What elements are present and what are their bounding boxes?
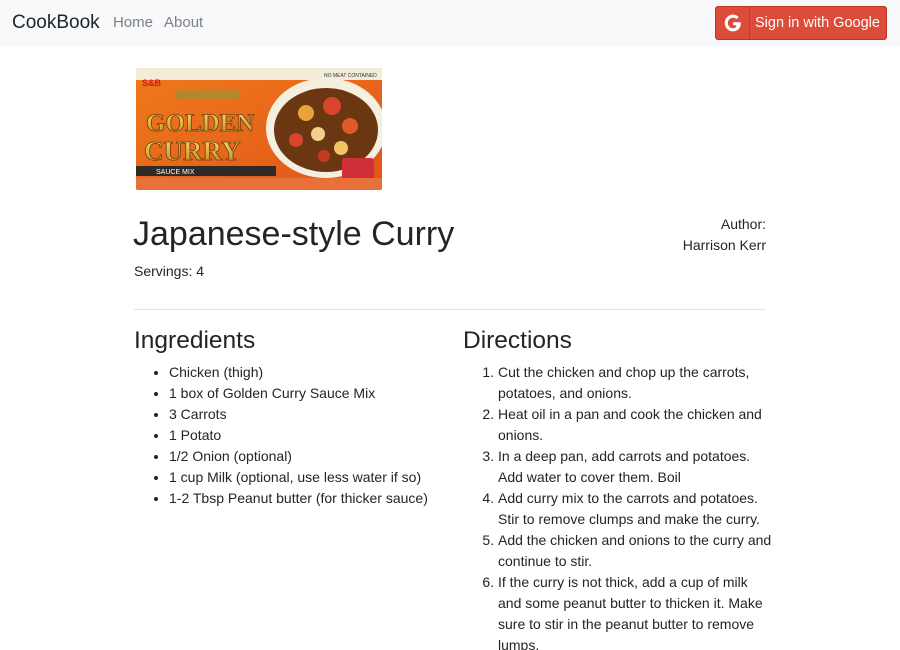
ingredients-list: Chicken (thigh) 1 box of Golden Curry Sa… xyxy=(169,362,459,509)
ingredient-item: 1 Potato xyxy=(169,425,459,446)
directions-list: Cut the chicken and chop up the carrots,… xyxy=(498,362,772,650)
directions-heading: Directions xyxy=(463,327,572,354)
ingredient-item: 1 box of Golden Curry Sauce Mix xyxy=(169,383,459,404)
ingredient-item: 3 Carrots xyxy=(169,404,459,425)
direction-step: Add the chicken and onions to the curry … xyxy=(498,530,772,572)
nav-link-about[interactable]: About xyxy=(164,14,203,32)
box-title-line2: CURRY xyxy=(144,136,241,166)
box-badge-text: NO MEAT CONTAINED xyxy=(324,73,377,79)
box-brand-text: S&B xyxy=(142,78,162,88)
box-title-line1: GOLDEN xyxy=(146,110,254,137)
recipe-image: S&B NO MEAT CONTAINED GOLDEN CURRY SAUCE… xyxy=(136,68,382,190)
author-block: Author: Harrison Kerr xyxy=(683,214,766,256)
direction-step: In a deep pan, add carrots and potatoes.… xyxy=(498,446,772,488)
servings-text: Servings: 4 xyxy=(134,263,205,279)
google-g-icon xyxy=(724,14,741,32)
direction-step: Heat oil in a pan and cook the chicken a… xyxy=(498,404,772,446)
direction-step: Add curry mix to the carrots and potatoe… xyxy=(498,488,772,530)
ingredient-item: 1 cup Milk (optional, use less water if … xyxy=(169,467,459,488)
google-button-label: Sign in with Google xyxy=(755,15,880,31)
nav-link-home[interactable]: Home xyxy=(113,14,153,32)
button-separator xyxy=(749,7,750,39)
ingredient-item: 1/2 Onion (optional) xyxy=(169,446,459,467)
ingredient-item: 1-2 Tbsp Peanut butter (for thicker sauc… xyxy=(169,488,459,509)
author-label: Author: xyxy=(720,216,766,232)
brand-link[interactable]: CookBook xyxy=(12,11,100,35)
navbar: CookBook Home About Sign in with Google xyxy=(0,0,900,47)
box-subtitle-text: SAUCE MIX xyxy=(156,169,195,176)
ingredients-heading: Ingredients xyxy=(134,327,256,354)
direction-step: Cut the chicken and chop up the carrots,… xyxy=(498,362,772,404)
sign-in-with-google-button[interactable]: Sign in with Google xyxy=(715,6,887,40)
section-divider xyxy=(134,309,766,310)
direction-step: If the curry is not thick, add a cup of … xyxy=(498,572,772,650)
recipe-title: Japanese-style Curry xyxy=(133,215,455,253)
author-name: Harrison Kerr xyxy=(682,237,766,253)
ingredient-item: Chicken (thigh) xyxy=(169,362,459,383)
